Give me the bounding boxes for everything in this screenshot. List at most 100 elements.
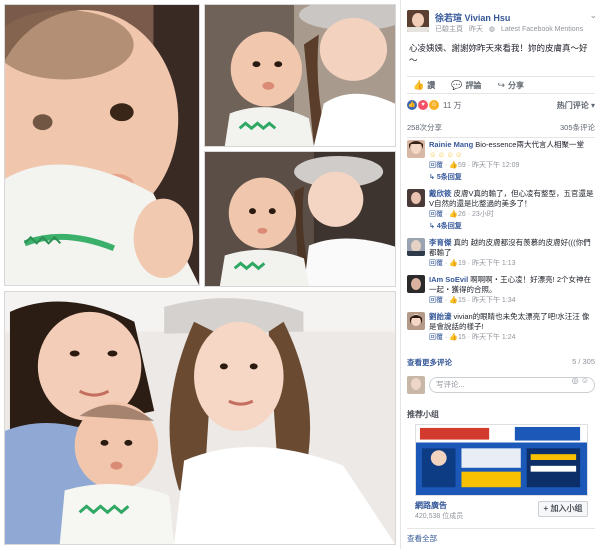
reply-link[interactable]: 回覆	[429, 211, 443, 218]
comment-item: 李育傑 真的 越的皮膚都沒有羨慕的皮膚好(((你們都輸了 回覆 · 👍19 · 昨…	[407, 238, 595, 269]
verified-status: 已驗主頁	[435, 26, 463, 33]
photo-baby-closeup[interactable]	[4, 4, 200, 286]
like-label: 讚	[427, 80, 436, 90]
commenter-avatar[interactable]	[407, 238, 425, 256]
comment-meta: 回覆 · 👍26 · 23小时	[429, 211, 494, 218]
comment-time[interactable]: 昨天下午 12:09	[472, 162, 519, 169]
commenter-avatar[interactable]	[407, 140, 425, 158]
haha-reaction-icon[interactable]: ☺	[429, 100, 439, 110]
post-header: 徐若瑄 Vivian Hsu 已驗主頁 昨天 ◍ Latest Facebook…	[407, 8, 597, 36]
commenter-name[interactable]: Rainie Mang	[429, 140, 473, 149]
commenter-avatar[interactable]	[407, 275, 425, 293]
replies-label: 4条回复	[436, 223, 462, 230]
comment-item: 戴欣筱 皮膚V真的輸了，但心凌有整型，五官還是V自然的還是比整過的美多了！ 回覆 …	[407, 189, 595, 232]
comment-meta: 回覆 · 👍59 · 昨天下午 12:09	[429, 162, 520, 169]
comment-item: IAm SoEvil 啊啊啊・王心凌！好漂亮! 2个女神在一起・獲得的合照。 回覆…	[407, 275, 595, 306]
emoji-stickers: ☺☺☺☺	[429, 150, 464, 159]
replies-label: 5条回复	[436, 174, 462, 181]
smiley-icon[interactable]: ☺	[581, 376, 589, 385]
thumbs-up-icon: 👍	[413, 79, 425, 90]
see-all-groups-link[interactable]: 查看全部	[407, 528, 595, 544]
reply-link[interactable]: 回覆	[429, 334, 443, 341]
suggested-groups-heading: 推荐小组	[407, 410, 439, 419]
post-stats: 258次分享 305条评论	[407, 122, 595, 138]
like-count-icon: 👍	[449, 334, 458, 341]
reply-link[interactable]: 回覆	[429, 260, 443, 267]
chevron-down-icon[interactable]: ⌄	[589, 10, 597, 21]
like-count-icon: 👍	[449, 162, 458, 169]
comment-input-icons: ◎ ☺	[572, 376, 589, 385]
comment-text: vivian的眼睛也未免太漂亮了吧!水汪汪 像是會說話的樣子!	[429, 312, 590, 331]
reaction-count[interactable]: 11 万	[443, 100, 462, 111]
group-ad-image[interactable]	[415, 424, 588, 496]
comment-label: 評論	[465, 80, 482, 90]
like-count[interactable]: 15	[458, 297, 466, 304]
comment-time[interactable]: 昨天下午 1:24	[472, 334, 516, 341]
comment-icon: 💬	[451, 79, 463, 90]
comment-sort-dropdown[interactable]: 热门评论 ▾	[557, 100, 595, 111]
share-button[interactable]: ↪ 分享	[497, 80, 524, 91]
like-count[interactable]: 15	[458, 334, 466, 341]
comment-list: Rainie Mang Bio-essence兩大代言人相聚一堂 ☺☺☺☺ 回覆 …	[407, 140, 595, 349]
commenter-name[interactable]: 戴欣筱	[429, 189, 452, 198]
love-reaction-icon[interactable]: ♥	[418, 100, 428, 110]
post-source[interactable]: Latest Facebook Mentions	[501, 26, 583, 33]
write-comment-row: 写评论... ◎ ☺	[407, 376, 595, 394]
comment-count[interactable]: 305条评论	[560, 122, 595, 133]
like-count-icon: 👍	[449, 211, 458, 218]
comment-meta: 回覆 · 👍15 · 昨天下午 1:34	[429, 297, 516, 304]
like-count-icon: 👍	[449, 260, 458, 267]
like-count[interactable]: 59	[458, 162, 466, 169]
share-count[interactable]: 258次分享	[407, 122, 442, 133]
comment-meta: 回覆 · 👍19 · 昨天下午 1:13	[429, 260, 516, 267]
like-button[interactable]: 👍 讚	[413, 80, 435, 91]
like-count[interactable]: 26	[458, 211, 466, 218]
comment-input[interactable]: 写评论...	[429, 377, 595, 393]
comment-time[interactable]: 23小时	[472, 211, 494, 218]
reply-link[interactable]: 回覆	[429, 162, 443, 169]
comments-progress: 5 / 305	[572, 357, 595, 366]
join-group-button[interactable]: + 加入小组	[538, 501, 588, 517]
post-meta: 已驗主頁 昨天 ◍ Latest Facebook Mentions	[435, 24, 587, 34]
author-name[interactable]: 徐若瑄 Vivian Hsu	[435, 11, 510, 24]
commenter-avatar[interactable]	[407, 189, 425, 207]
view-replies-link[interactable]: ↳ 4条回复	[429, 222, 595, 232]
comment-item: 劉詒濠 vivian的眼睛也未免太漂亮了吧!水汪汪 像是會說話的樣子! 回覆 · …	[407, 312, 595, 343]
comment-item: Rainie Mang Bio-essence兩大代言人相聚一堂 ☺☺☺☺ 回覆 …	[407, 140, 595, 183]
comment-text: 真的 越的皮膚都沒有羨慕的皮膚好(((你們都輸了	[429, 238, 591, 257]
comment-text: Bio-essence兩大代言人相聚一堂	[475, 140, 584, 149]
group-name[interactable]: 網路廣告	[415, 500, 447, 511]
comment-sort-label: 热门评论	[556, 100, 589, 110]
like-reaction-icon[interactable]: 👍	[407, 100, 417, 110]
view-more-comments-link[interactable]: 查看更多评论	[407, 357, 452, 368]
post-caption: 心凌姨姨、謝謝妳昨天來看我！妳的皮膚真～好～	[409, 43, 588, 65]
commenter-avatar[interactable]	[407, 312, 425, 330]
view-replies-link[interactable]: ↳ 5条回复	[429, 173, 595, 183]
like-count[interactable]: 19	[458, 260, 466, 267]
comment-button[interactable]: 💬 評論	[451, 80, 481, 91]
post-date[interactable]: 昨天	[469, 26, 483, 33]
share-label: 分享	[507, 80, 524, 90]
comment-meta: 回覆 · 👍15 · 昨天下午 1:24	[429, 334, 516, 341]
commenter-name[interactable]: 李育傑	[429, 238, 452, 247]
photo-group-wide[interactable]	[4, 291, 396, 545]
more-comments-row: 查看更多评论 5 / 305	[407, 357, 595, 368]
camera-icon[interactable]: ◎	[572, 376, 579, 385]
photo-mother-baby-2[interactable]	[204, 151, 396, 287]
photo-mother-baby-1[interactable]	[204, 4, 396, 147]
comment-time[interactable]: 昨天下午 1:13	[472, 260, 516, 267]
commenter-name[interactable]: 劉詒濠	[429, 312, 452, 321]
viewer-avatar	[407, 376, 425, 394]
post-actions: 👍 讚 💬 評論 ↪ 分享	[407, 76, 595, 94]
group-member-count: 420,538 位成员	[415, 513, 464, 520]
reactions-bar: 👍 ♥ ☺ 11 万 热门评论 ▾	[407, 98, 595, 112]
comment-text: 皮膚V真的輸了，但心凌有整型，五官還是V自然的還是比整過的美多了！	[429, 189, 594, 208]
author-avatar[interactable]	[407, 10, 429, 32]
comment-time[interactable]: 昨天下午 1:34	[472, 297, 516, 304]
like-count-icon: 👍	[449, 297, 458, 304]
share-icon: ↪	[497, 79, 505, 90]
post-sidebar: 徐若瑄 Vivian Hsu 已驗主頁 昨天 ◍ Latest Facebook…	[400, 0, 600, 549]
photo-grid	[0, 0, 400, 549]
commenter-name[interactable]: IAm SoEvil	[429, 275, 468, 284]
reply-link[interactable]: 回覆	[429, 297, 443, 304]
